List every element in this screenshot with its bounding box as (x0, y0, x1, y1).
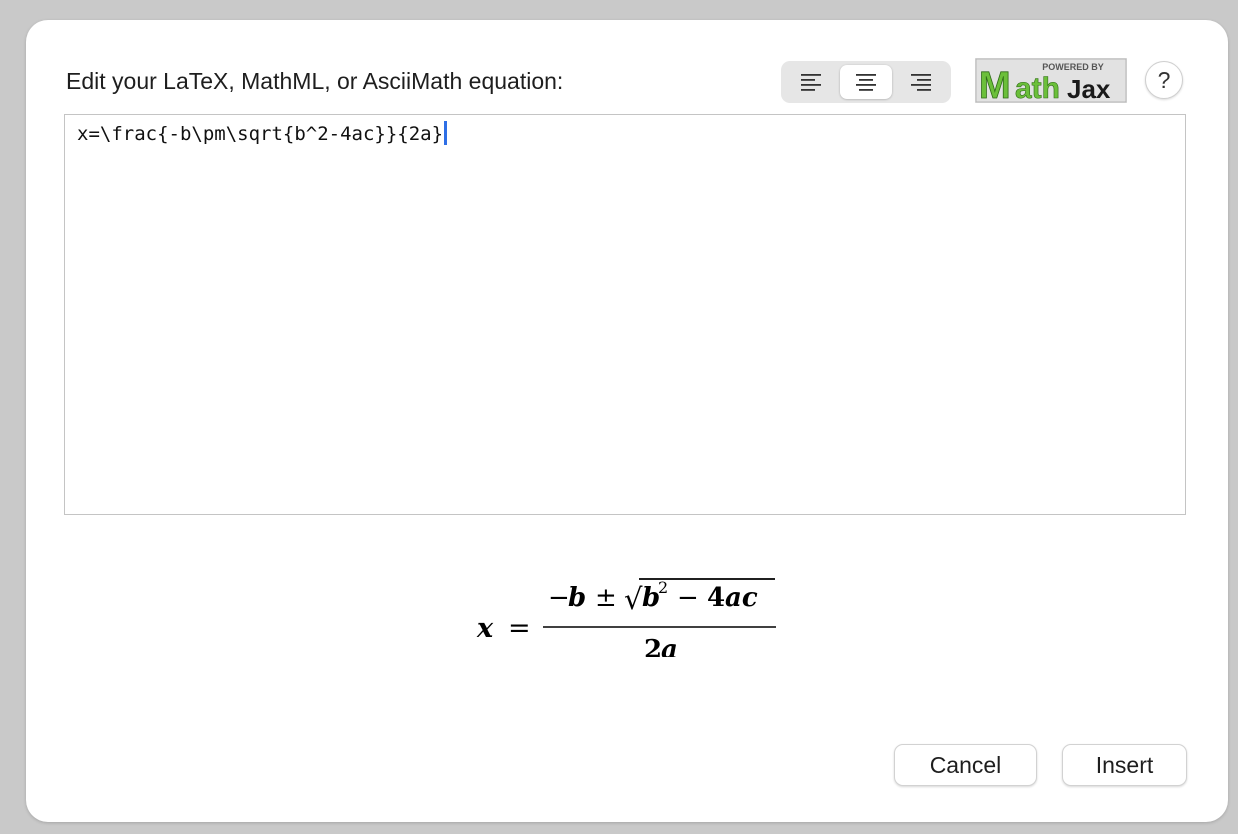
mathjax-logo[interactable]: POWERED BY M ath Jax (975, 58, 1127, 103)
text-caret (444, 121, 448, 145)
cancel-button[interactable]: Cancel (894, 744, 1037, 786)
preview-sqrt-sign: √ (624, 582, 643, 616)
latex-equation-dialog: Edit your LaTeX, MathML, or AsciiMath eq… (26, 20, 1228, 822)
preview-exponent: 2 (658, 578, 668, 597)
preview-lhs-x: x (476, 613, 494, 644)
badge-powered-by: POWERED BY (1042, 62, 1104, 72)
badge-brand-m: M (979, 65, 1011, 103)
align-right-button[interactable] (895, 65, 947, 99)
preview-pm-sign: ± (595, 583, 617, 613)
align-left-icon (801, 74, 821, 91)
equation-preview: x = − b ± √ b 2 − 4 ac 2 a (471, 557, 781, 657)
preview-num-b: b (568, 583, 586, 613)
insert-button[interactable]: Insert (1062, 744, 1187, 786)
preview-den-a: a (661, 635, 678, 657)
preview-den-two: 2 (644, 635, 662, 657)
align-left-button[interactable] (785, 65, 837, 99)
badge-brand-ath: ath (1015, 72, 1060, 103)
badge-brand-jax: Jax (1067, 74, 1111, 103)
equation-editor-textarea[interactable]: x=\frac{-b\pm\sqrt{b^2-4ac}}{2a} (64, 114, 1186, 515)
alignment-segmented-control (781, 61, 951, 103)
equation-source-text: x=\frac{-b\pm\sqrt{b^2-4ac}}{2a} (77, 123, 444, 145)
preview-minus-sign: − (677, 583, 699, 613)
preview-four: 4 (707, 583, 725, 613)
align-center-icon (856, 74, 876, 91)
help-button[interactable]: ? (1145, 61, 1183, 99)
align-right-icon (911, 74, 931, 91)
preview-equals: = (508, 613, 531, 644)
dialog-prompt: Edit your LaTeX, MathML, or AsciiMath eq… (66, 68, 564, 94)
preview-ac: ac (725, 583, 758, 613)
align-center-button[interactable] (840, 65, 892, 99)
preview-neg-sign: − (548, 583, 570, 613)
